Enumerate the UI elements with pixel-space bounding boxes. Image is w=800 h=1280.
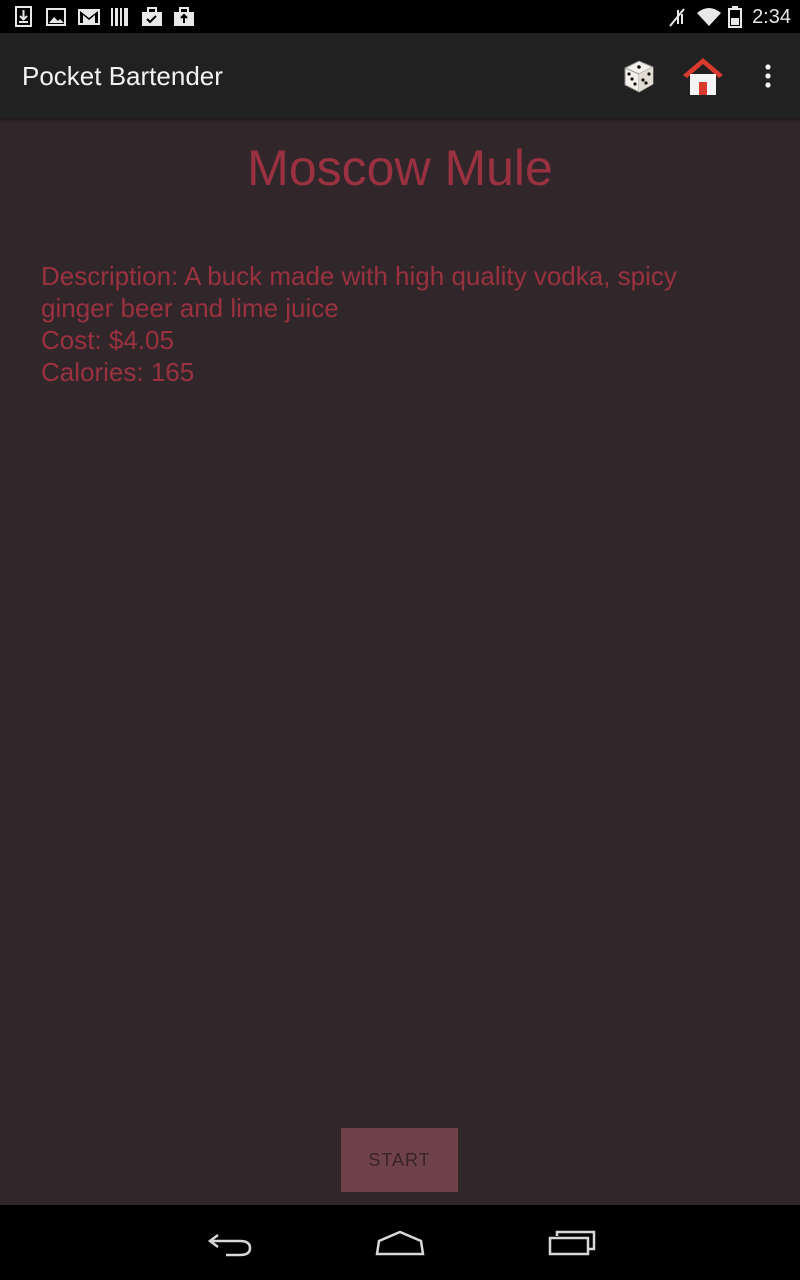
wifi-icon <box>696 6 722 28</box>
dice-icon <box>624 60 654 93</box>
home-button[interactable] <box>678 51 728 101</box>
briefcase-upload-icon <box>173 6 195 28</box>
back-button[interactable] <box>195 1219 265 1267</box>
status-time: 2:34 <box>752 6 791 28</box>
drink-description: Description: A buck made with high quali… <box>41 261 677 323</box>
briefcase-check-icon <box>141 6 163 28</box>
drink-name: Moscow Mule <box>247 140 553 196</box>
overflow-menu-button[interactable] <box>743 51 793 101</box>
gmail-icon <box>77 6 101 28</box>
back-icon <box>207 1234 252 1257</box>
signal-off-icon <box>666 6 688 28</box>
drink-details: Description: A buck made with high quali… <box>41 260 741 388</box>
action-bar: Pocket Bartender <box>0 33 800 118</box>
recents-button[interactable] <box>537 1219 607 1267</box>
screen: 2:34 Pocket Bartender Moscow Mule Descri… <box>0 0 800 1280</box>
overflow-menu-icon <box>765 64 771 88</box>
battery-icon <box>728 6 742 28</box>
status-bar: 2:34 <box>0 0 800 33</box>
barcode-icon <box>110 6 132 28</box>
image-icon <box>46 6 68 28</box>
start-button[interactable]: START <box>341 1128 458 1192</box>
random-drink-button[interactable] <box>614 51 664 101</box>
download-icon <box>14 6 36 28</box>
app-title: Pocket Bartender <box>22 61 223 91</box>
home-nav-icon <box>375 1230 425 1256</box>
home-icon <box>683 58 723 95</box>
navigation-bar <box>0 1205 800 1280</box>
recents-icon <box>548 1230 596 1256</box>
home-nav-button[interactable] <box>365 1219 435 1267</box>
drink-calories: Calories: 165 <box>41 357 195 387</box>
drink-cost: Cost: $4.05 <box>41 325 174 355</box>
